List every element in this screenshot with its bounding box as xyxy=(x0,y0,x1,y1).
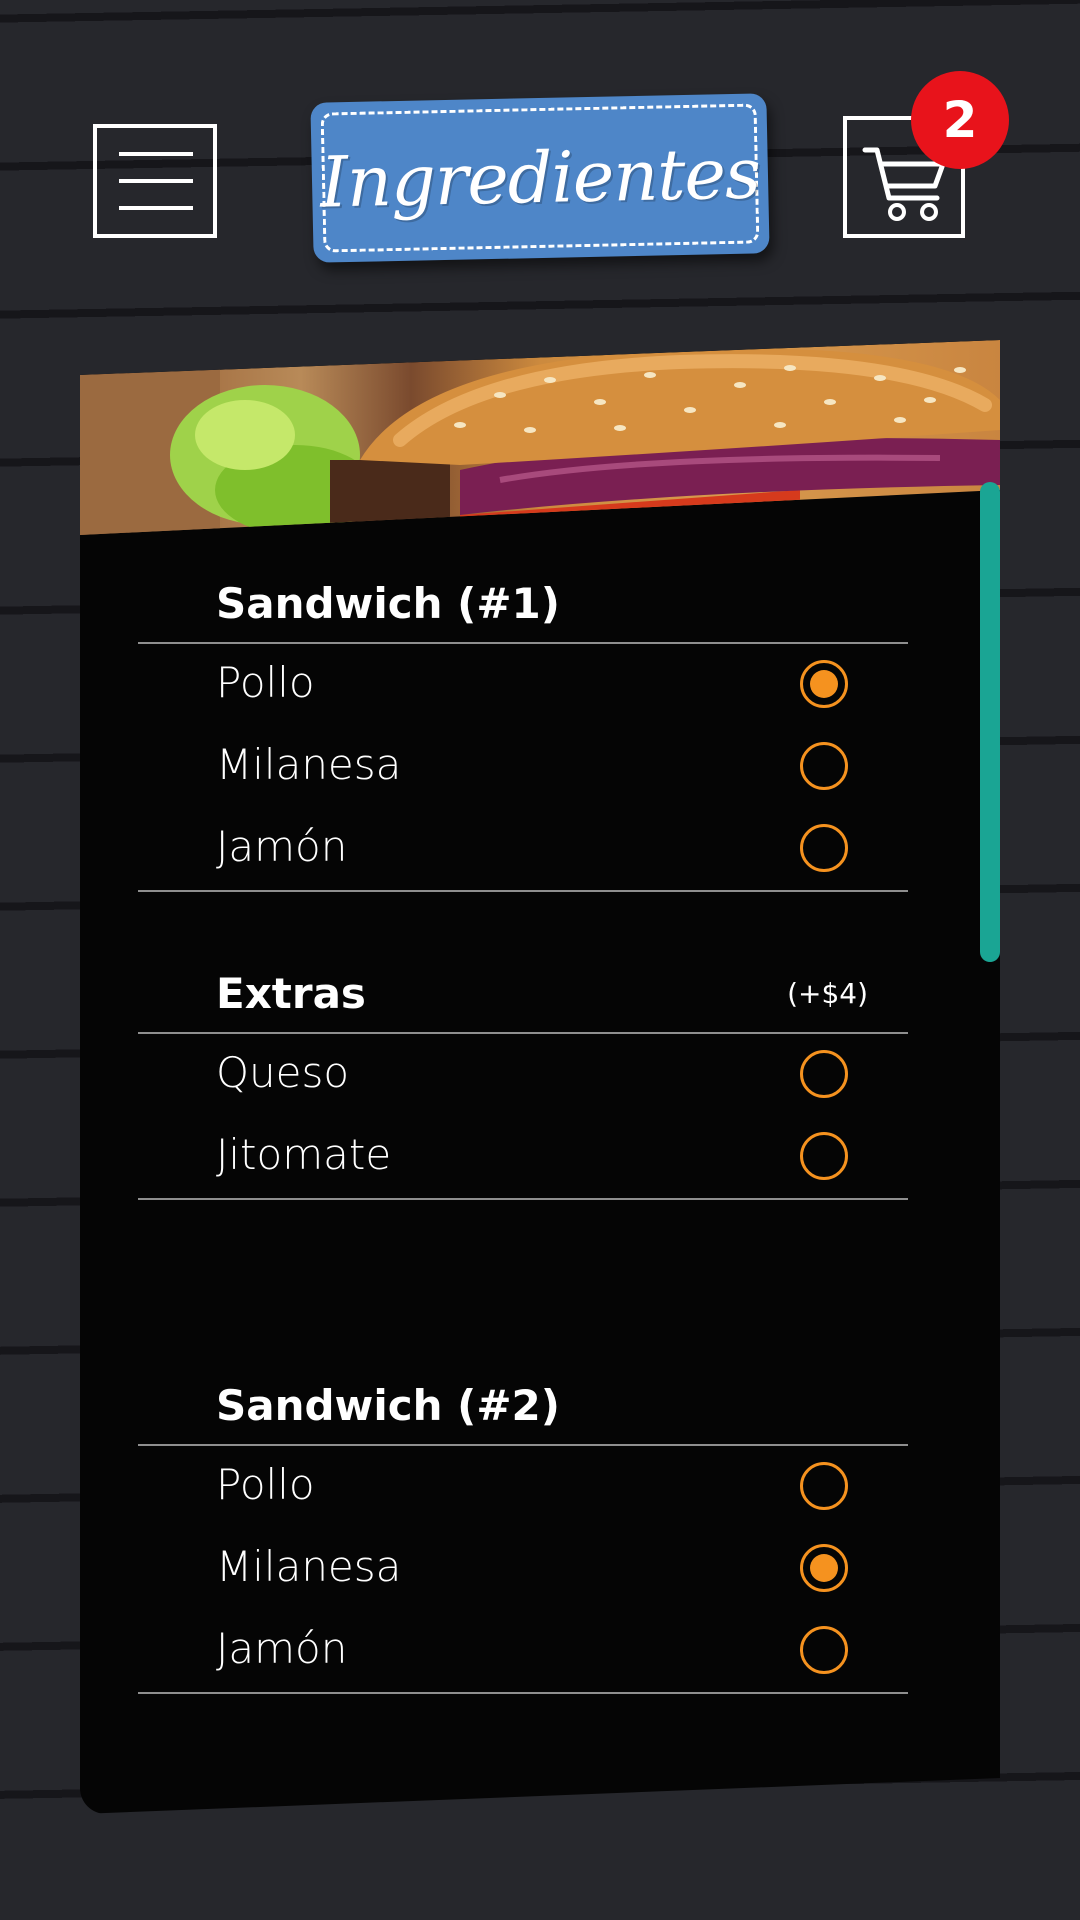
option-label: Pollo xyxy=(216,658,315,707)
hamburger-menu-icon-bar xyxy=(119,206,193,210)
section-header: Extras (+$4) xyxy=(138,936,908,1034)
page-title: Ingredientes xyxy=(319,132,761,224)
option-label: Pollo xyxy=(216,1460,315,1509)
option-label: Jamón xyxy=(216,822,348,871)
radio-unselected[interactable] xyxy=(800,1626,848,1674)
radio-unselected[interactable] xyxy=(800,1050,848,1098)
scrollbar[interactable] xyxy=(980,482,1000,962)
option-queso[interactable]: Queso xyxy=(138,1034,908,1116)
radio-unselected[interactable] xyxy=(800,742,848,790)
section-sandwich-1: Sandwich (#1) Pollo Milanesa Jamón xyxy=(138,546,908,892)
radio-unselected[interactable] xyxy=(800,824,848,872)
option-pollo[interactable]: Pollo xyxy=(138,1446,908,1528)
logo-stitch-border: Ingredientes xyxy=(319,103,761,253)
burger-hero-image xyxy=(80,340,1000,535)
section-title: Sandwich (#1) xyxy=(216,579,560,628)
radio-unselected[interactable] xyxy=(800,1462,848,1510)
menu-button[interactable] xyxy=(93,124,217,238)
section-title: Sandwich (#2) xyxy=(216,1381,560,1430)
section-header: Sandwich (#1) xyxy=(138,546,908,644)
section-divider xyxy=(138,890,908,892)
option-milanesa[interactable]: Milanesa xyxy=(138,1528,908,1610)
option-pollo[interactable]: Pollo xyxy=(138,644,908,726)
radio-unselected[interactable] xyxy=(800,1132,848,1180)
section-extras: Extras (+$4) Queso Jitomate xyxy=(138,936,908,1200)
section-price: (+$4) xyxy=(787,977,868,1010)
logo-banner: Ingredientes xyxy=(310,93,770,263)
option-jamon[interactable]: Jamón xyxy=(138,808,908,890)
radio-selected[interactable] xyxy=(800,660,848,708)
option-jamon[interactable]: Jamón xyxy=(138,1610,908,1692)
option-label: Milanesa xyxy=(216,740,402,789)
option-label: Jitomate xyxy=(216,1130,392,1179)
section-sandwich-2: Sandwich (#2) Pollo Milanesa Jamón xyxy=(138,1348,908,1694)
hamburger-menu-icon-bar xyxy=(119,179,193,183)
section-divider xyxy=(138,1692,908,1694)
section-header: Sandwich (#2) xyxy=(138,1348,908,1446)
section-title: Extras xyxy=(216,969,366,1018)
option-label: Queso xyxy=(216,1048,350,1097)
hamburger-menu-icon xyxy=(119,152,193,156)
section-divider xyxy=(138,1198,908,1200)
option-jitomate[interactable]: Jitomate xyxy=(138,1116,908,1198)
option-label: Milanesa xyxy=(216,1542,402,1591)
cart-count-badge: 2 xyxy=(911,71,1009,169)
radio-selected[interactable] xyxy=(800,1544,848,1592)
option-label: Jamón xyxy=(216,1624,348,1673)
option-milanesa[interactable]: Milanesa xyxy=(138,726,908,808)
